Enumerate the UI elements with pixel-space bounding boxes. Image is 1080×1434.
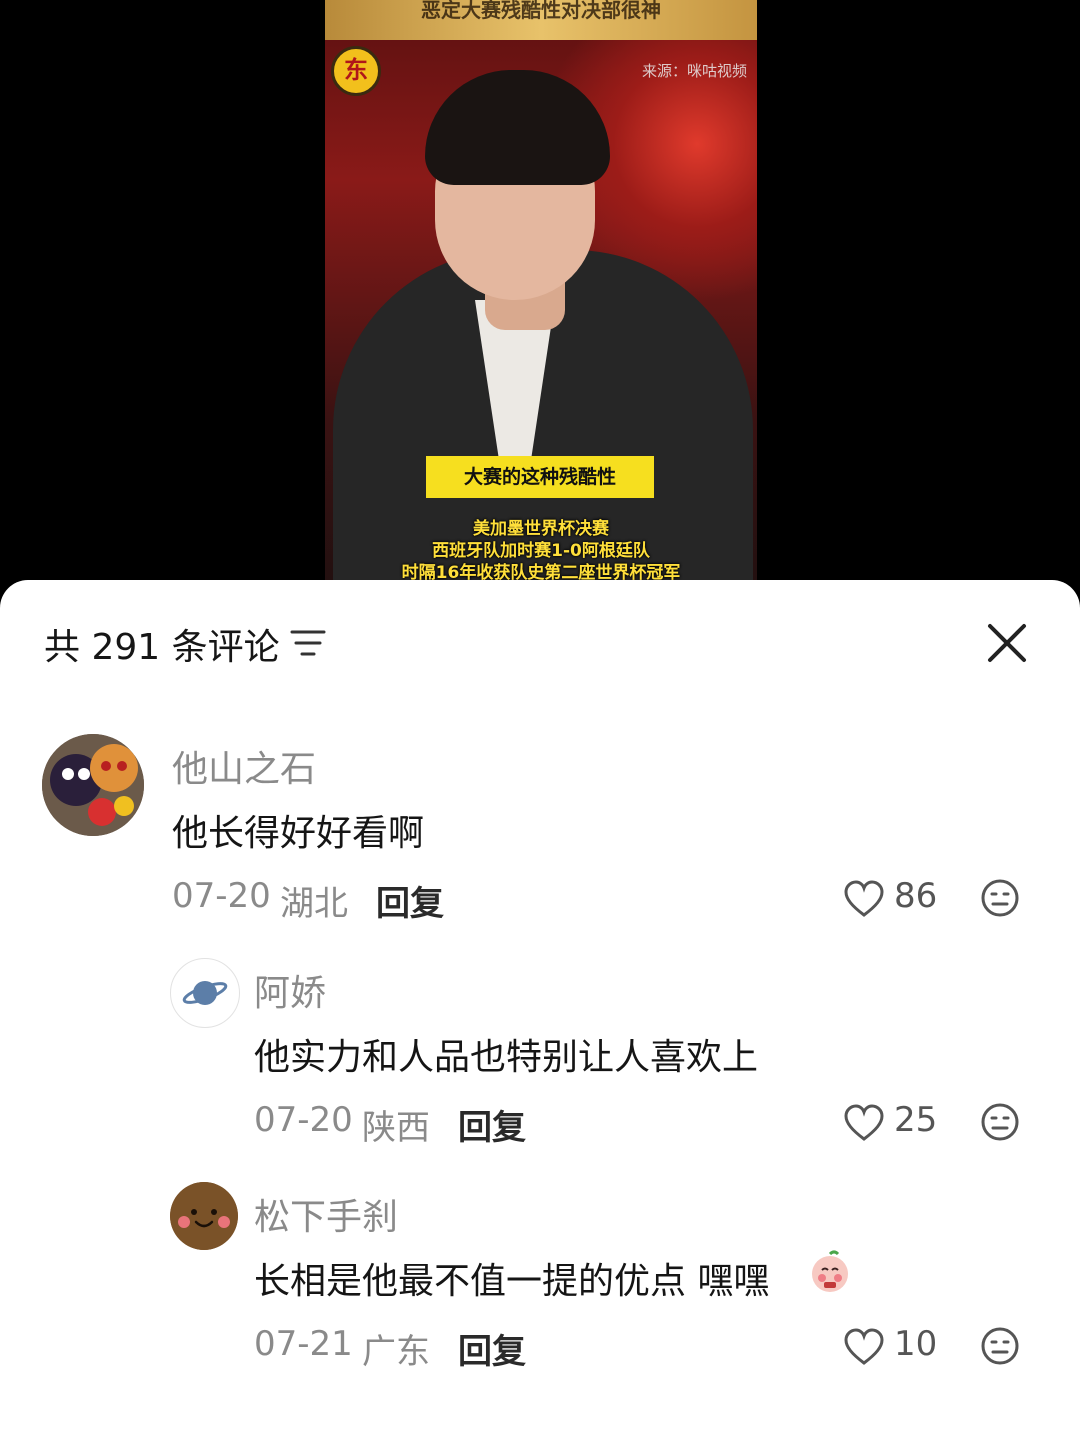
sort-filter-icon[interactable] xyxy=(290,628,326,658)
neutral-face-icon[interactable] xyxy=(980,1102,1020,1142)
comments-panel: 共 291 条评论 他山之石 他长得好好看啊 07-20 湖北 回复 86 阿娇… xyxy=(0,580,1080,1434)
neutral-face-icon[interactable] xyxy=(980,1326,1020,1366)
comment-username[interactable]: 松下手刹 xyxy=(254,1188,398,1240)
comment-date: 07-20 xyxy=(172,876,271,916)
comment-location: 陕西 xyxy=(362,1108,430,1148)
avatar[interactable] xyxy=(42,734,144,836)
avatar[interactable] xyxy=(170,1182,238,1250)
video-caption-highlight: 大赛的这种残酷性 xyxy=(426,456,654,498)
caption-line: 美加墨世界杯决赛 xyxy=(473,519,609,539)
video-player[interactable]: 恶定大赛残酷性对决部很神 东 来源：咪咕视频 大赛的这种残酷性 美加墨世界杯决赛… xyxy=(325,0,757,600)
video-top-title: 恶定大赛残酷性对决部很神 xyxy=(421,0,661,22)
reply-button[interactable]: 回复 xyxy=(376,876,444,925)
channel-logo: 东 xyxy=(331,46,381,96)
comment-date: 07-21 xyxy=(254,1324,353,1364)
comment-content: 他实力和人品也特别让人喜欢上 xyxy=(254,1037,759,1078)
caption-line: 西班牙队加时赛1-0阿根廷队 xyxy=(432,541,650,561)
comment-content: 他长得好好看啊 xyxy=(172,813,425,854)
heart-icon[interactable] xyxy=(844,1328,884,1366)
avatar[interactable] xyxy=(170,958,240,1028)
comments-count-title: 共 291 条评论 xyxy=(44,627,280,668)
comment-content: 长相是他最不值一提的优点 嘿嘿 xyxy=(254,1261,770,1302)
comment-username[interactable]: 他山之石 xyxy=(172,740,316,792)
heart-icon[interactable] xyxy=(844,1104,884,1142)
comment-username[interactable]: 阿娇 xyxy=(254,964,326,1016)
like-count: 10 xyxy=(894,1324,938,1364)
blushing-emoji-icon xyxy=(812,1250,848,1292)
like-count: 86 xyxy=(894,876,938,916)
neutral-face-icon[interactable] xyxy=(980,878,1020,918)
comment-location: 湖北 xyxy=(280,884,348,924)
video-caption-lines: 美加墨世界杯决赛 西班牙队加时赛1-0阿根廷队 时隔16年收获队史第二座世界杯冠… xyxy=(325,518,757,584)
reply-button[interactable]: 回复 xyxy=(458,1100,526,1149)
like-count: 25 xyxy=(894,1100,938,1140)
comment-location: 广东 xyxy=(362,1332,430,1372)
video-source-label: 来源：咪咕视频 xyxy=(641,62,747,80)
comment-date: 07-20 xyxy=(254,1100,353,1140)
heart-icon[interactable] xyxy=(844,880,884,918)
close-icon[interactable] xyxy=(984,620,1030,666)
reply-button[interactable]: 回复 xyxy=(458,1324,526,1373)
